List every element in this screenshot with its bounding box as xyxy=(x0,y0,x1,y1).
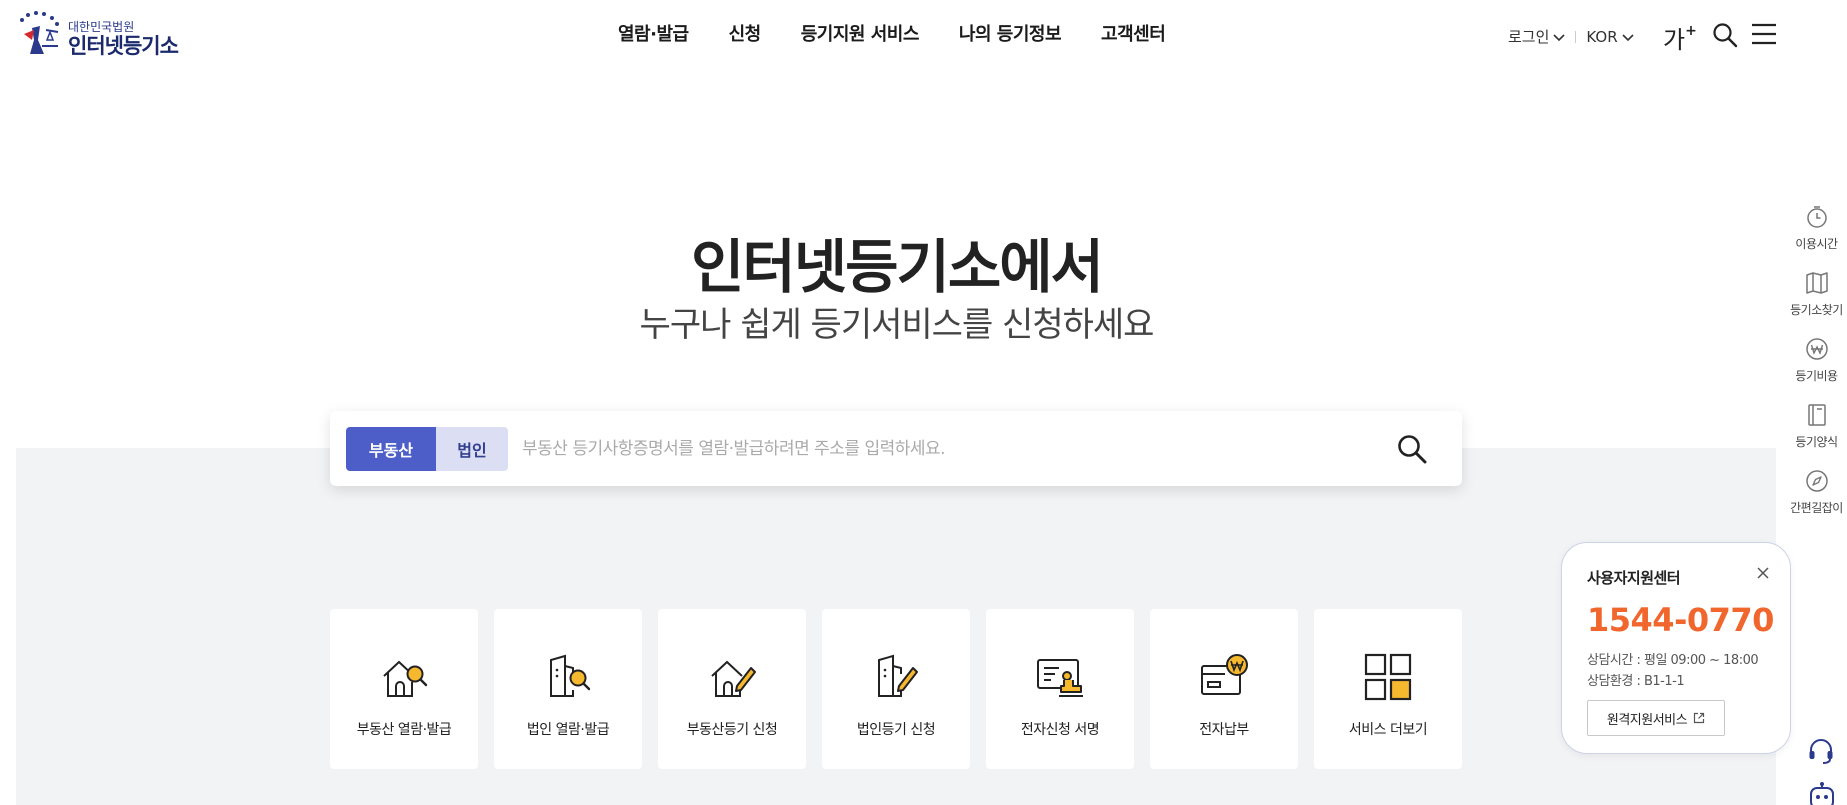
nav-view-issue[interactable]: 열람·발급 xyxy=(618,20,689,46)
login-label: 로그인 xyxy=(1508,28,1550,46)
quick-label: 이용시간 xyxy=(1795,237,1838,251)
e-sign-icon xyxy=(1037,659,1083,697)
card-label: 부동산 열람·발급 xyxy=(356,722,452,738)
quick-label: 간편길잡이 xyxy=(1790,501,1843,515)
support-title: 사용자지원센터 xyxy=(1587,569,1681,587)
card-label: 법인 열람·발급 xyxy=(526,722,610,738)
headset-icon[interactable] xyxy=(1807,737,1835,765)
nav-customer-center[interactable]: 고객센터 xyxy=(1101,20,1166,46)
card-e-sign[interactable]: 전자신청 서명 xyxy=(986,609,1134,769)
font-plus-label: + xyxy=(1685,23,1697,39)
building-search-icon xyxy=(550,654,591,697)
remote-support-button[interactable]: 원격지원서비스 xyxy=(1587,700,1725,736)
card-label: 전자신청 서명 xyxy=(1020,722,1100,738)
quick-label: 등기양식 xyxy=(1795,435,1838,449)
logo-title: 인터넷등기소 xyxy=(68,34,179,58)
card-label: 전자납부 xyxy=(1199,722,1249,738)
main-nav: 열람·발급 신청 등기지원 서비스 나의 등기정보 고객센터 xyxy=(618,20,1166,46)
tab-real-estate[interactable]: 부동산 xyxy=(346,427,436,471)
support-phone: 1544-0770 xyxy=(1587,601,1774,639)
address-search-input[interactable] xyxy=(522,429,1382,469)
house-edit-icon xyxy=(711,660,756,697)
nav-my-info[interactable]: 나의 등기정보 xyxy=(959,20,1062,46)
card-more-services[interactable]: 서비스 더보기 xyxy=(1314,609,1462,769)
card-real-estate-apply[interactable]: 부동산등기 신청 xyxy=(658,609,806,769)
language-label: KOR xyxy=(1586,27,1618,46)
search-submit-icon[interactable] xyxy=(1396,433,1428,465)
won-coin-icon xyxy=(1805,338,1828,360)
hero-subtitle: 누구나 쉽게 등기서비스를 신청하세요 xyxy=(639,305,1155,345)
nav-support-service[interactable]: 등기지원 서비스 xyxy=(801,20,920,46)
quick-usage-time[interactable]: 이용시간 xyxy=(1786,205,1847,271)
court-emblem-icon xyxy=(20,11,59,54)
close-icon[interactable] xyxy=(1755,565,1771,581)
card-label: 법인등기 신청 xyxy=(856,722,936,738)
card-e-payment[interactable]: 전자납부 xyxy=(1150,609,1298,769)
utility-menu: 로그인 KOR xyxy=(1508,26,1634,47)
book-icon xyxy=(1807,404,1826,426)
search-panel: 부동산 법인 xyxy=(330,411,1462,486)
card-label: 부동산등기 신청 xyxy=(686,722,778,738)
util-divider xyxy=(1575,30,1577,43)
map-icon xyxy=(1805,272,1828,294)
font-size-label: 가 xyxy=(1663,26,1686,54)
clock-icon xyxy=(1806,206,1827,228)
building-edit-icon xyxy=(878,654,918,697)
card-label: 서비스 더보기 xyxy=(1348,722,1428,738)
chevron-down-icon xyxy=(1622,33,1634,41)
card-corp-apply[interactable]: 법인등기 신청 xyxy=(822,609,970,769)
support-center-popup: 사용자지원센터 1544-0770 상담시간 : 평일 09:00 ~ 18:0… xyxy=(1561,542,1791,754)
quick-guide[interactable]: 간편길잡이 xyxy=(1786,469,1847,535)
hero-title: 인터넷등기소에서 xyxy=(691,233,1104,301)
remote-support-label: 원격지원서비스 xyxy=(1606,712,1688,728)
quick-cost[interactable]: 등기비용 xyxy=(1786,337,1847,403)
hamburger-menu-icon[interactable] xyxy=(1751,22,1777,46)
chatbot-icon[interactable] xyxy=(1807,782,1837,805)
tab-corporation[interactable]: 법인 xyxy=(436,427,508,471)
more-grid-icon xyxy=(1364,653,1412,701)
quick-forms[interactable]: 등기양식 xyxy=(1786,403,1847,469)
quick-label: 등기비용 xyxy=(1795,369,1838,383)
chevron-down-icon xyxy=(1553,33,1565,41)
language-dropdown[interactable]: KOR xyxy=(1586,27,1634,46)
support-hours: 상담시간 : 평일 09:00 ~ 18:00 xyxy=(1587,653,1759,668)
quick-menu: 이용시간 등기소찾기 등기비용 등기양식 간편길잡이 xyxy=(1786,205,1847,535)
service-cards: 부동산 열람·발급 법인 열람·발급 부동산등기 신청 법인등기 신청 전자신청… xyxy=(330,609,1462,769)
quick-label: 등기소찾기 xyxy=(1790,303,1843,317)
card-corp-view[interactable]: 법인 열람·발급 xyxy=(494,609,642,769)
e-payment-icon xyxy=(1201,654,1248,695)
logo-subtitle: 대한민국법원 xyxy=(68,20,135,34)
compass-icon xyxy=(1805,470,1828,492)
quick-find-office[interactable]: 등기소찾기 xyxy=(1786,271,1847,337)
site-logo[interactable]: 대한민국법원 인터넷등기소 xyxy=(14,8,194,64)
login-dropdown[interactable]: 로그인 xyxy=(1508,26,1565,47)
search-icon[interactable] xyxy=(1712,22,1738,48)
house-search-icon xyxy=(383,660,428,697)
nav-apply[interactable]: 신청 xyxy=(729,20,762,46)
support-environment: 상담환경 : B1-1-1 xyxy=(1587,674,1685,689)
external-link-icon xyxy=(1694,712,1705,724)
card-real-estate-view[interactable]: 부동산 열람·발급 xyxy=(330,609,478,769)
font-size-button[interactable]: 가+ xyxy=(1663,20,1697,55)
